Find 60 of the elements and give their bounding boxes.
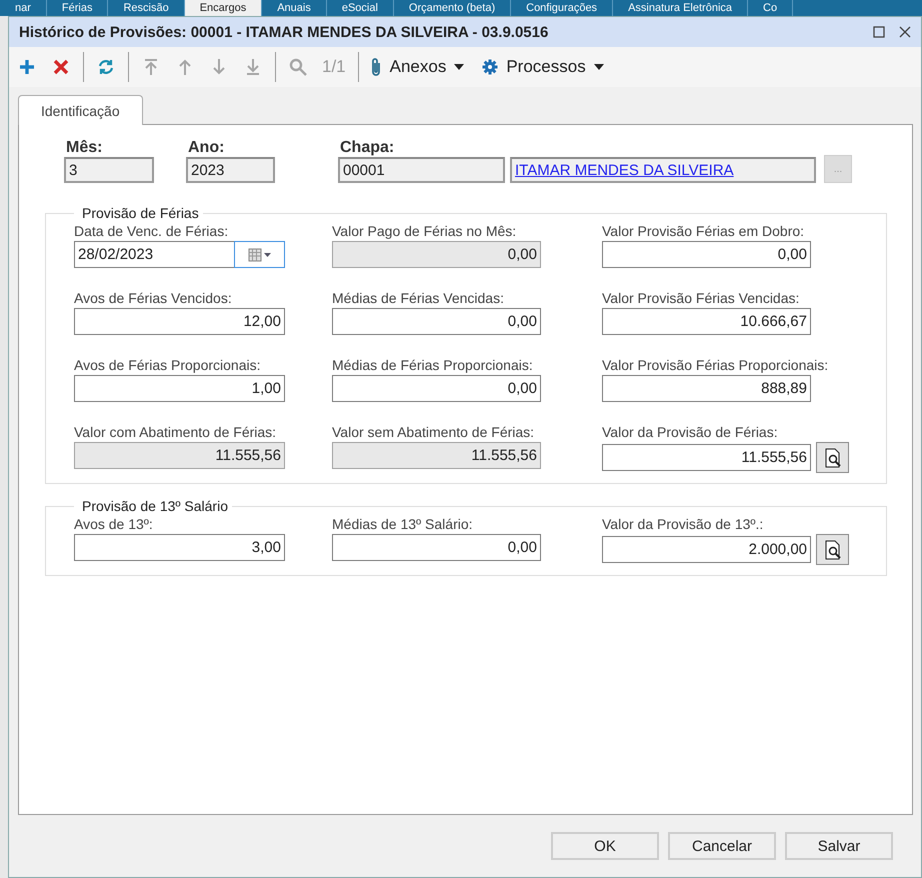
field-label: Data de Venc. de Férias: bbox=[74, 223, 230, 239]
processes-menu-button[interactable]: Processos bbox=[477, 55, 609, 79]
field-label: Mês: bbox=[65, 139, 104, 157]
field-label: Médias de 13º Salário: bbox=[332, 516, 474, 532]
field-label: Médias de Férias Proporcionais: bbox=[332, 357, 534, 373]
field-label: Chapa: bbox=[339, 139, 396, 157]
input-field[interactable]: 10.666,67 bbox=[602, 308, 811, 335]
input-field[interactable]: 0,00 bbox=[332, 375, 541, 402]
menu-item[interactable]: Encargos bbox=[184, 0, 262, 16]
close-icon[interactable] bbox=[899, 26, 911, 38]
group-title: Provisão de Férias bbox=[81, 205, 200, 221]
document-search-icon bbox=[824, 448, 842, 468]
input-field[interactable]: 0,00 bbox=[602, 241, 811, 268]
input-field[interactable]: 2023 bbox=[186, 157, 275, 183]
input-field[interactable]: 2.000,00 bbox=[602, 536, 811, 563]
preview-button[interactable] bbox=[816, 442, 849, 473]
calendar-icon bbox=[248, 248, 272, 262]
search-icon bbox=[288, 57, 308, 77]
input-field[interactable]: 12,00 bbox=[74, 308, 285, 335]
input-field[interactable]: 11.555,56 bbox=[602, 444, 811, 471]
field-label: Valor Provisão Férias em Dobro: bbox=[602, 223, 806, 239]
input-field[interactable]: 0,00 bbox=[332, 534, 541, 561]
field-label: Avos de 13º: bbox=[74, 516, 154, 532]
input-field[interactable]: 0,00 bbox=[332, 308, 541, 335]
field-label: Valor Provisão Férias Vencidas: bbox=[602, 290, 800, 306]
paperclip-icon bbox=[370, 57, 382, 77]
tab[interactable]: Identificação bbox=[18, 95, 143, 125]
save-button[interactable]: Salvar bbox=[785, 832, 893, 860]
refresh-icon bbox=[96, 57, 116, 77]
cancel-button[interactable]: Cancelar bbox=[668, 832, 776, 860]
record-counter: 1/1 bbox=[321, 57, 347, 77]
input-field[interactable]: 3 bbox=[64, 157, 154, 183]
x-icon bbox=[51, 57, 71, 77]
field-label: Valor da Provisão de Férias: bbox=[602, 424, 779, 440]
field-label: Médias de Férias Vencidas: bbox=[332, 290, 505, 306]
caret-icon bbox=[594, 64, 604, 70]
field-label: Valor Pago de Férias no Mês: bbox=[332, 223, 518, 239]
ok-button[interactable]: OK bbox=[551, 832, 659, 860]
field-label: Valor sem Abatimento de Férias: bbox=[332, 424, 536, 440]
input-field[interactable]: 3,00 bbox=[74, 534, 285, 561]
field-label: Ano: bbox=[187, 139, 226, 157]
document-search-icon bbox=[824, 540, 842, 560]
window-title: Histórico de Provisões: 00001 - ITAMAR MENDES DA SILVEIRA - 03.9.0516 bbox=[19, 24, 550, 40]
field-label: Valor Provisão Férias Proporcionais: bbox=[602, 357, 830, 373]
input-field[interactable]: 1,00 bbox=[74, 375, 285, 402]
attachments-menu-button[interactable]: Anexos bbox=[364, 55, 470, 79]
calendar-dropdown-button[interactable] bbox=[234, 241, 285, 268]
field-label: Valor da Provisão de 13º.: bbox=[602, 516, 764, 532]
plus-icon bbox=[17, 57, 37, 77]
field-label: Valor com Abatimento de Férias: bbox=[74, 424, 278, 440]
date-field[interactable]: 28/02/2023 bbox=[74, 241, 285, 268]
caret-icon bbox=[454, 64, 464, 70]
field-label: Avos de Férias Proporcionais: bbox=[74, 357, 262, 373]
field-label: Avos de Férias Vencidos: bbox=[74, 290, 233, 306]
maximize-icon[interactable] bbox=[873, 26, 885, 38]
group-title: Provisão de 13º Salário bbox=[81, 498, 229, 514]
input-field[interactable]: 00001 bbox=[338, 157, 505, 183]
gear-icon bbox=[482, 59, 498, 75]
preview-button[interactable] bbox=[816, 534, 849, 565]
input-field[interactable]: 888,89 bbox=[602, 375, 811, 402]
